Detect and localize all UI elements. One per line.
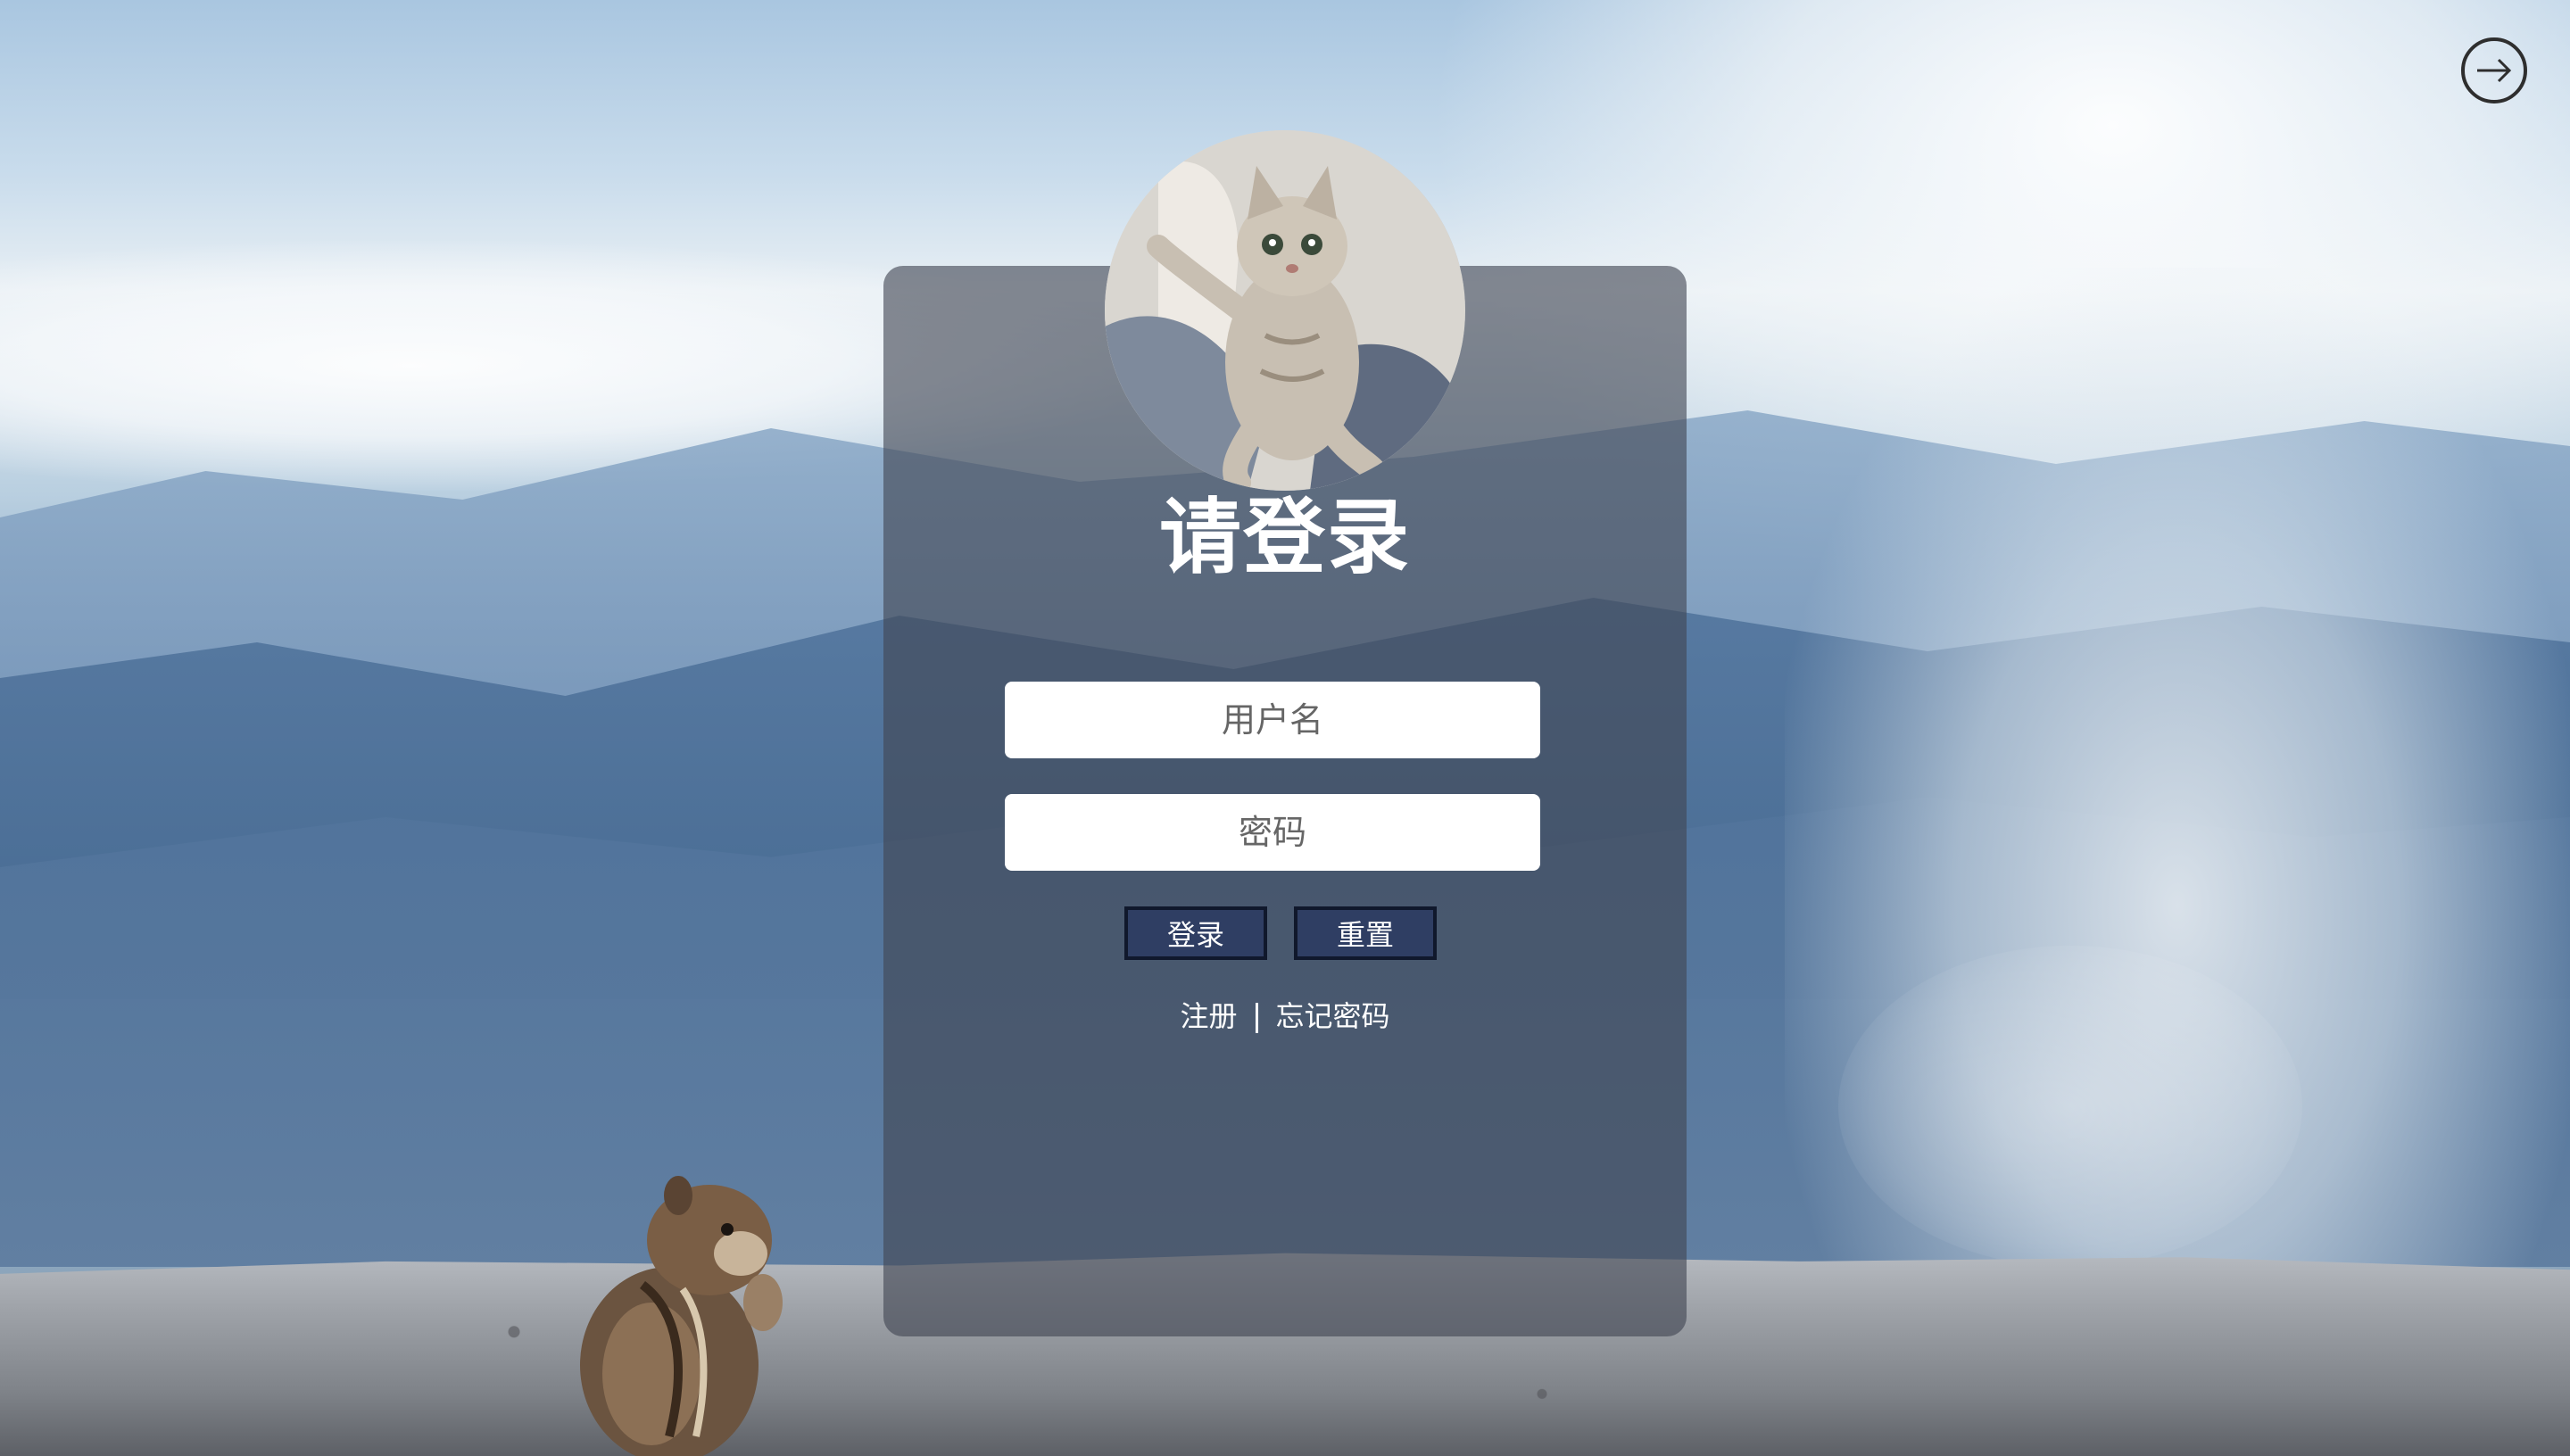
background-lens-flare (1838, 946, 2302, 1267)
register-link[interactable]: 注册 (1180, 999, 1237, 1033)
background-sun-haze (1785, 268, 2570, 1427)
page-title: 请登录 (1158, 490, 1411, 585)
reset-button[interactable]: 重置 (1294, 906, 1437, 960)
cat-avatar (1105, 130, 1465, 491)
login-button[interactable]: 登录 (1124, 906, 1267, 960)
chipmunk-image (580, 1176, 783, 1456)
arrow-right-icon (2477, 58, 2512, 83)
auth-links: 注册 忘记密码 (883, 994, 1687, 1038)
forgot-password-link[interactable]: 忘记密码 (1276, 999, 1390, 1033)
login-page: 请登录 登录 重置 注册 忘记密码 (0, 0, 2570, 1456)
username-input[interactable] (1005, 682, 1540, 758)
logout-icon[interactable] (2461, 37, 2527, 103)
link-divider (1255, 1003, 1258, 1033)
cat-avatar-image (1105, 130, 1465, 491)
password-input[interactable] (1005, 794, 1540, 871)
